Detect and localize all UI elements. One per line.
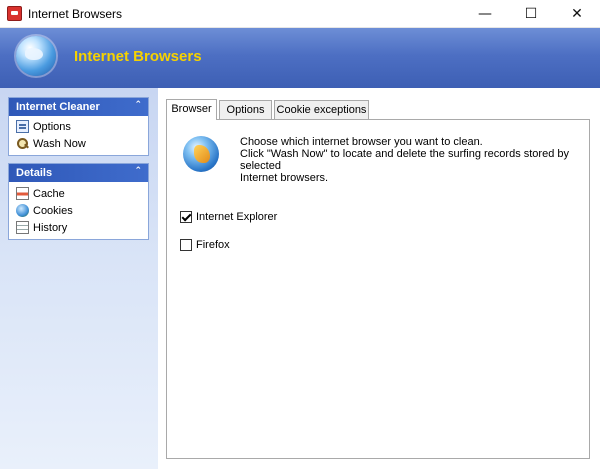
banner-title: Internet Browsers	[74, 48, 202, 65]
sidebar-item-options[interactable]: Options	[9, 118, 148, 135]
magnifier-icon	[16, 137, 29, 150]
description-line: Internet browsers.	[240, 172, 329, 184]
window-title: Internet Browsers	[28, 7, 123, 21]
title-bar: Internet Browsers — ☐ ✕	[0, 0, 600, 28]
group-details: Details ⌃ Cache Cookies History	[8, 163, 149, 240]
internet-explorer-checkbox[interactable]	[180, 211, 192, 223]
sidebar-item-label: Wash Now	[33, 138, 86, 150]
group-internet-cleaner: Internet Cleaner ⌃ Options Wash Now	[8, 97, 149, 156]
tab-browser[interactable]: Browser	[166, 99, 217, 120]
description-line: Click "Wash Now" to locate and delete th…	[240, 148, 570, 172]
group-title: Internet Cleaner	[16, 101, 100, 113]
group-header-internet-cleaner[interactable]: Internet Cleaner ⌃	[9, 98, 148, 116]
browser-tab-panel: Choose which internet browser you want t…	[166, 119, 590, 459]
header-banner: Internet Browsers	[0, 28, 600, 88]
sidebar-item-label: History	[33, 222, 68, 234]
tab-options[interactable]: Options	[219, 100, 272, 119]
app-icon	[7, 6, 22, 21]
options-icon	[16, 120, 29, 133]
internet-explorer-option[interactable]: Internet Explorer	[180, 210, 277, 224]
firefox-checkbox[interactable]	[180, 239, 192, 251]
description-text: Choose which internet browser you want t…	[240, 136, 585, 184]
close-button[interactable]: ✕	[554, 0, 600, 28]
collapse-chevron-icon[interactable]: ⌃	[134, 100, 142, 110]
browser-globe-icon	[183, 136, 219, 172]
history-icon	[16, 221, 29, 234]
group-header-details[interactable]: Details ⌃	[9, 164, 148, 182]
firefox-option[interactable]: Firefox	[180, 238, 230, 252]
maximize-button[interactable]: ☐	[508, 0, 554, 28]
firefox-label: Firefox	[196, 239, 230, 251]
sidebar-item-cookies[interactable]: Cookies	[9, 202, 148, 219]
sidebar-item-label: Options	[33, 121, 71, 133]
tab-cookie-exceptions[interactable]: Cookie exceptions	[274, 100, 369, 119]
collapse-chevron-icon[interactable]: ⌃	[134, 166, 142, 176]
sidebar-item-label: Cache	[33, 188, 65, 200]
description-line: Choose which internet browser you want t…	[240, 136, 483, 148]
group-title: Details	[16, 167, 53, 179]
globe-icon	[16, 36, 56, 76]
internet-explorer-label: Internet Explorer	[196, 211, 278, 223]
cache-icon	[16, 187, 29, 200]
sidebar-item-cache[interactable]: Cache	[9, 185, 148, 202]
minimize-button[interactable]: —	[462, 0, 508, 28]
sidebar-item-wash-now[interactable]: Wash Now	[9, 135, 148, 152]
sidebar-item-label: Cookies	[33, 205, 73, 217]
side-pane: Internet Cleaner ⌃ Options Wash Now Deta…	[0, 88, 158, 469]
cookies-icon	[16, 204, 29, 217]
sidebar-item-history[interactable]: History	[9, 219, 148, 236]
